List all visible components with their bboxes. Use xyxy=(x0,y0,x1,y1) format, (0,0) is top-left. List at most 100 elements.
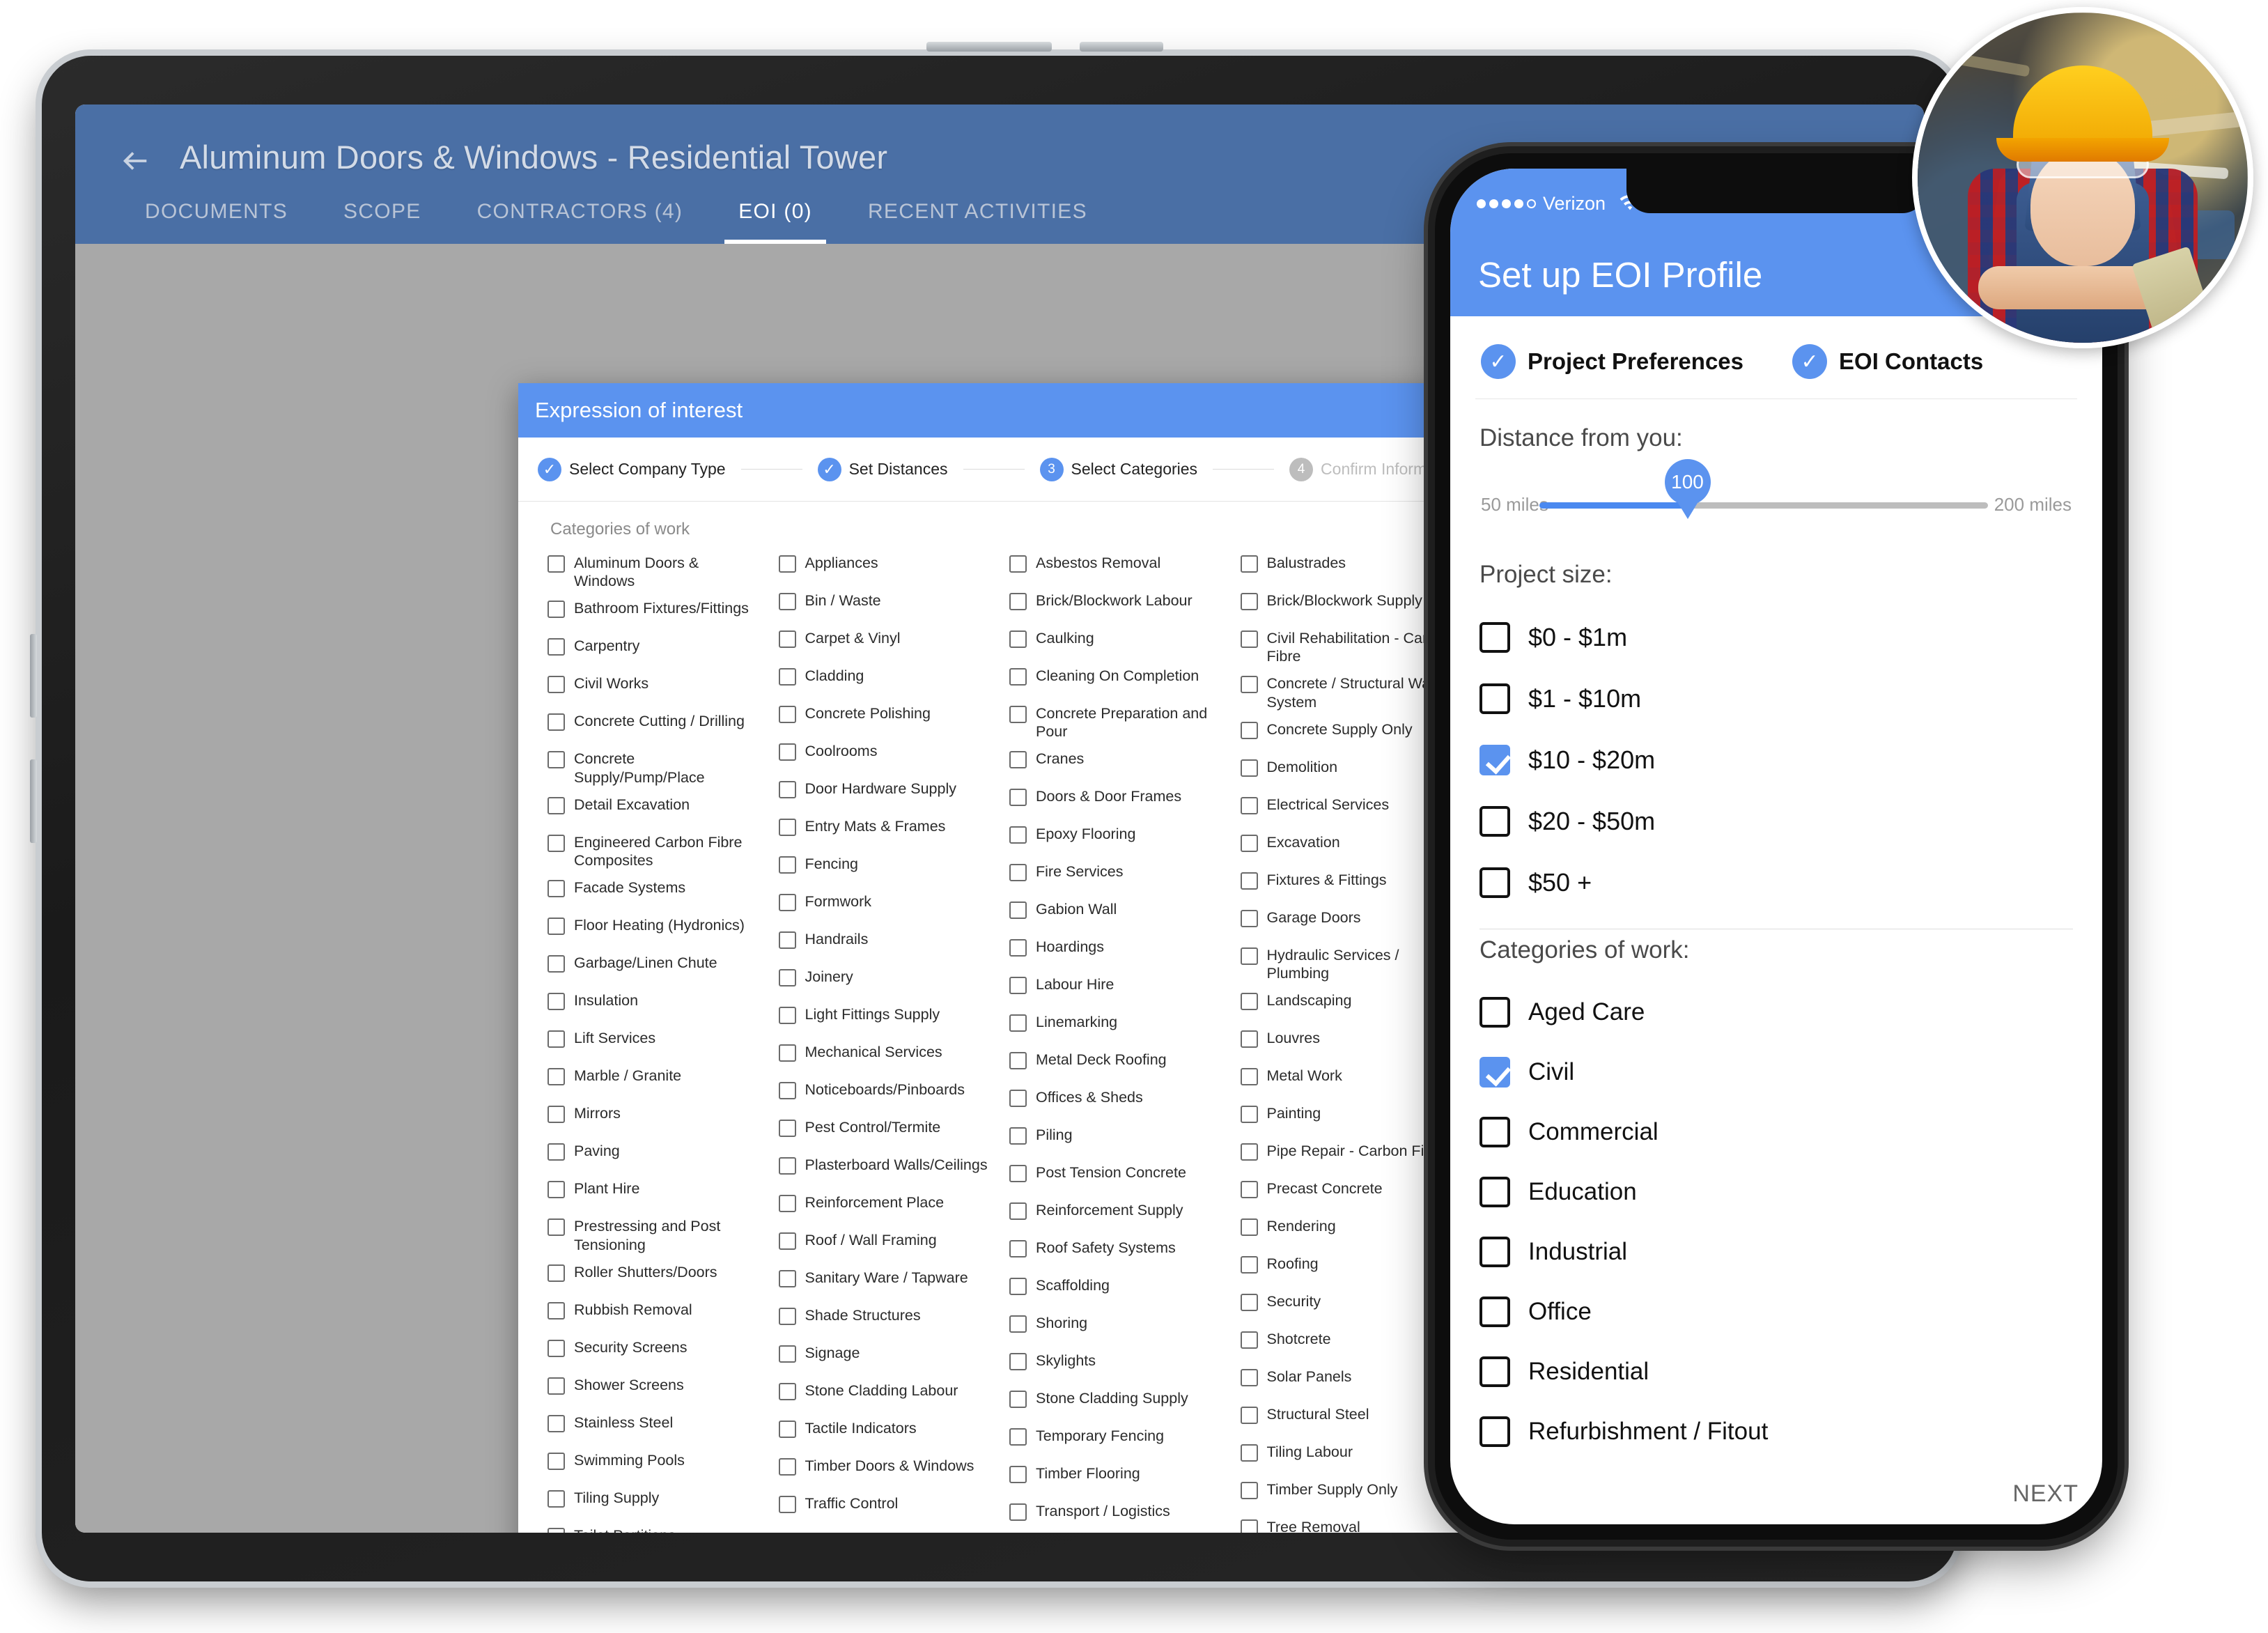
category-checkbox-row[interactable]: Traffic Control xyxy=(769,1489,993,1527)
checkbox-unchecked-icon[interactable] xyxy=(1240,1068,1258,1086)
checkbox-unchecked-icon[interactable] xyxy=(1240,593,1258,610)
category-checkbox-row[interactable]: Cranes xyxy=(1000,745,1224,782)
checkbox-unchecked-icon[interactable] xyxy=(547,880,565,898)
category-checkbox-row[interactable]: Paving xyxy=(538,1137,762,1175)
category-checkbox-row[interactable]: Sanitary Ware / Tapware xyxy=(769,1264,993,1301)
checkbox-checked-icon[interactable] xyxy=(1479,745,1510,775)
checkbox-unchecked-icon[interactable] xyxy=(778,819,796,836)
checkbox-unchecked-icon[interactable] xyxy=(778,555,796,573)
category-checkbox-row[interactable]: Concrete Cutting / Drilling xyxy=(538,707,762,745)
phone-category-option-row[interactable]: Industrial xyxy=(1475,1222,2077,1282)
category-checkbox-row[interactable]: Door Hardware Supply xyxy=(769,775,993,812)
category-checkbox-row[interactable]: Louvres xyxy=(1231,1024,1455,1062)
checkbox-unchecked-icon[interactable] xyxy=(1240,1294,1258,1312)
project-size-option-row[interactable]: $10 - $20m xyxy=(1475,729,2077,791)
category-checkbox-row[interactable]: Rendering xyxy=(1231,1212,1455,1250)
category-checkbox-row[interactable]: Roofing xyxy=(1231,1250,1455,1287)
checkbox-unchecked-icon[interactable] xyxy=(1009,1165,1027,1183)
category-checkbox-row[interactable]: Roof / Wall Framing xyxy=(769,1226,993,1264)
checkbox-unchecked-icon[interactable] xyxy=(1240,1106,1258,1124)
checkbox-unchecked-icon[interactable] xyxy=(778,969,796,986)
checkbox-unchecked-icon[interactable] xyxy=(778,1345,796,1363)
step-select-categories[interactable]: 3 Select Categories xyxy=(1039,457,1197,481)
checkbox-unchecked-icon[interactable] xyxy=(778,1458,796,1476)
checkbox-unchecked-icon[interactable] xyxy=(547,1339,565,1357)
category-checkbox-row[interactable]: Epoxy Flooring xyxy=(1000,820,1224,858)
project-size-option-row[interactable]: $50 + xyxy=(1475,852,2077,913)
checkbox-checked-icon[interactable] xyxy=(1479,1057,1510,1088)
checkbox-unchecked-icon[interactable] xyxy=(547,955,565,973)
category-checkbox-row[interactable]: Landscaping xyxy=(1231,986,1455,1024)
checkbox-unchecked-icon[interactable] xyxy=(1479,1416,1510,1447)
checkbox-unchecked-icon[interactable] xyxy=(547,1181,565,1199)
checkbox-unchecked-icon[interactable] xyxy=(547,1143,565,1161)
checkbox-unchecked-icon[interactable] xyxy=(1240,630,1258,648)
checkbox-unchecked-icon[interactable] xyxy=(1009,593,1027,610)
category-checkbox-row[interactable]: Tiling Labour xyxy=(1231,1438,1455,1476)
category-checkbox-row[interactable]: Noticeboards/Pinboards xyxy=(769,1076,993,1113)
project-size-option-row[interactable]: $0 - $1m xyxy=(1475,607,2077,668)
category-checkbox-row[interactable]: Metal Work xyxy=(1231,1062,1455,1099)
category-checkbox-row[interactable]: Formwork xyxy=(769,888,993,925)
phone-category-option-row[interactable]: Civil xyxy=(1475,1042,2077,1102)
checkbox-unchecked-icon[interactable] xyxy=(1479,1177,1510,1207)
checkbox-unchecked-icon[interactable] xyxy=(1009,1315,1027,1333)
checkbox-unchecked-icon[interactable] xyxy=(547,1414,565,1432)
tab-recent-activities[interactable]: RECENT ACTIVITIES xyxy=(840,180,1115,244)
category-checkbox-row[interactable]: Insulation xyxy=(538,986,762,1024)
checkbox-unchecked-icon[interactable] xyxy=(1009,1503,1027,1522)
checkbox-unchecked-icon[interactable] xyxy=(1479,1237,1510,1267)
checkbox-unchecked-icon[interactable] xyxy=(778,743,796,761)
category-checkbox-row[interactable]: Caulking xyxy=(1000,624,1224,662)
checkbox-unchecked-icon[interactable] xyxy=(1009,1428,1027,1446)
checkbox-unchecked-icon[interactable] xyxy=(1240,1444,1258,1462)
category-checkbox-row[interactable]: Hydraulic Services / Plumbing xyxy=(1231,941,1455,986)
phone-category-option-row[interactable]: Refurbishment / Fitout xyxy=(1475,1402,2077,1462)
category-checkbox-row[interactable]: Concrete / Structural Wall System xyxy=(1231,670,1455,715)
checkbox-unchecked-icon[interactable] xyxy=(1240,947,1258,965)
checkbox-unchecked-icon[interactable] xyxy=(1240,1143,1258,1161)
category-checkbox-row[interactable]: Cladding xyxy=(769,662,993,699)
checkbox-unchecked-icon[interactable] xyxy=(778,1308,796,1325)
checkbox-unchecked-icon[interactable] xyxy=(1479,622,1510,653)
phone-next-button[interactable]: NEXT xyxy=(2012,1480,2079,1508)
category-checkbox-row[interactable]: Painting xyxy=(1231,1099,1455,1137)
category-checkbox-row[interactable]: Plant Hire xyxy=(538,1175,762,1212)
checkbox-unchecked-icon[interactable] xyxy=(778,1195,796,1212)
category-checkbox-row[interactable]: Hoardings xyxy=(1000,933,1224,970)
checkbox-unchecked-icon[interactable] xyxy=(1009,668,1027,686)
category-checkbox-row[interactable]: Civil Works xyxy=(538,670,762,707)
category-checkbox-row[interactable]: Tactile Indicators xyxy=(769,1414,993,1452)
checkbox-unchecked-icon[interactable] xyxy=(778,706,796,723)
slider-track[interactable]: 100 xyxy=(1539,459,1988,509)
category-checkbox-row[interactable]: Cleaning On Completion xyxy=(1000,662,1224,699)
category-checkbox-row[interactable]: Swimming Pools xyxy=(538,1446,762,1484)
checkbox-unchecked-icon[interactable] xyxy=(1009,977,1027,995)
category-checkbox-row[interactable]: Marble / Granite xyxy=(538,1062,762,1099)
category-checkbox-row[interactable]: Tiling Supply xyxy=(538,1484,762,1522)
checkbox-unchecked-icon[interactable] xyxy=(547,601,565,619)
checkbox-unchecked-icon[interactable] xyxy=(547,1489,565,1508)
checkbox-unchecked-icon[interactable] xyxy=(1240,1181,1258,1199)
checkbox-unchecked-icon[interactable] xyxy=(1479,867,1510,898)
checkbox-unchecked-icon[interactable] xyxy=(1240,721,1258,739)
category-checkbox-row[interactable]: Excavation xyxy=(1231,828,1455,866)
checkbox-unchecked-icon[interactable] xyxy=(1009,1353,1027,1371)
category-checkbox-row[interactable]: Roller Shutters/Doors xyxy=(538,1258,762,1296)
checkbox-unchecked-icon[interactable] xyxy=(547,1068,565,1086)
checkbox-unchecked-icon[interactable] xyxy=(1009,630,1027,648)
checkbox-unchecked-icon[interactable] xyxy=(1240,834,1258,852)
slider-thumb-pin[interactable]: 100 xyxy=(1664,459,1711,505)
checkbox-unchecked-icon[interactable] xyxy=(547,796,565,814)
category-checkbox-row[interactable]: Carpet & Vinyl xyxy=(769,624,993,662)
category-checkbox-row[interactable]: Piling xyxy=(1000,1121,1224,1159)
checkbox-unchecked-icon[interactable] xyxy=(778,1383,796,1400)
checkbox-unchecked-icon[interactable] xyxy=(1479,806,1510,837)
arrow-left-icon[interactable] xyxy=(120,145,152,177)
phone-step-eoi-contacts[interactable]: ✓ EOI Contacts xyxy=(1792,344,1983,379)
checkbox-unchecked-icon[interactable] xyxy=(1009,1466,1027,1484)
category-checkbox-row[interactable]: Pipe Repair - Carbon Fibre xyxy=(1231,1137,1455,1175)
category-checkbox-row[interactable]: Concrete Supply Only xyxy=(1231,715,1455,753)
category-checkbox-row[interactable]: Gabion Wall xyxy=(1000,895,1224,933)
checkbox-unchecked-icon[interactable] xyxy=(1240,993,1258,1011)
